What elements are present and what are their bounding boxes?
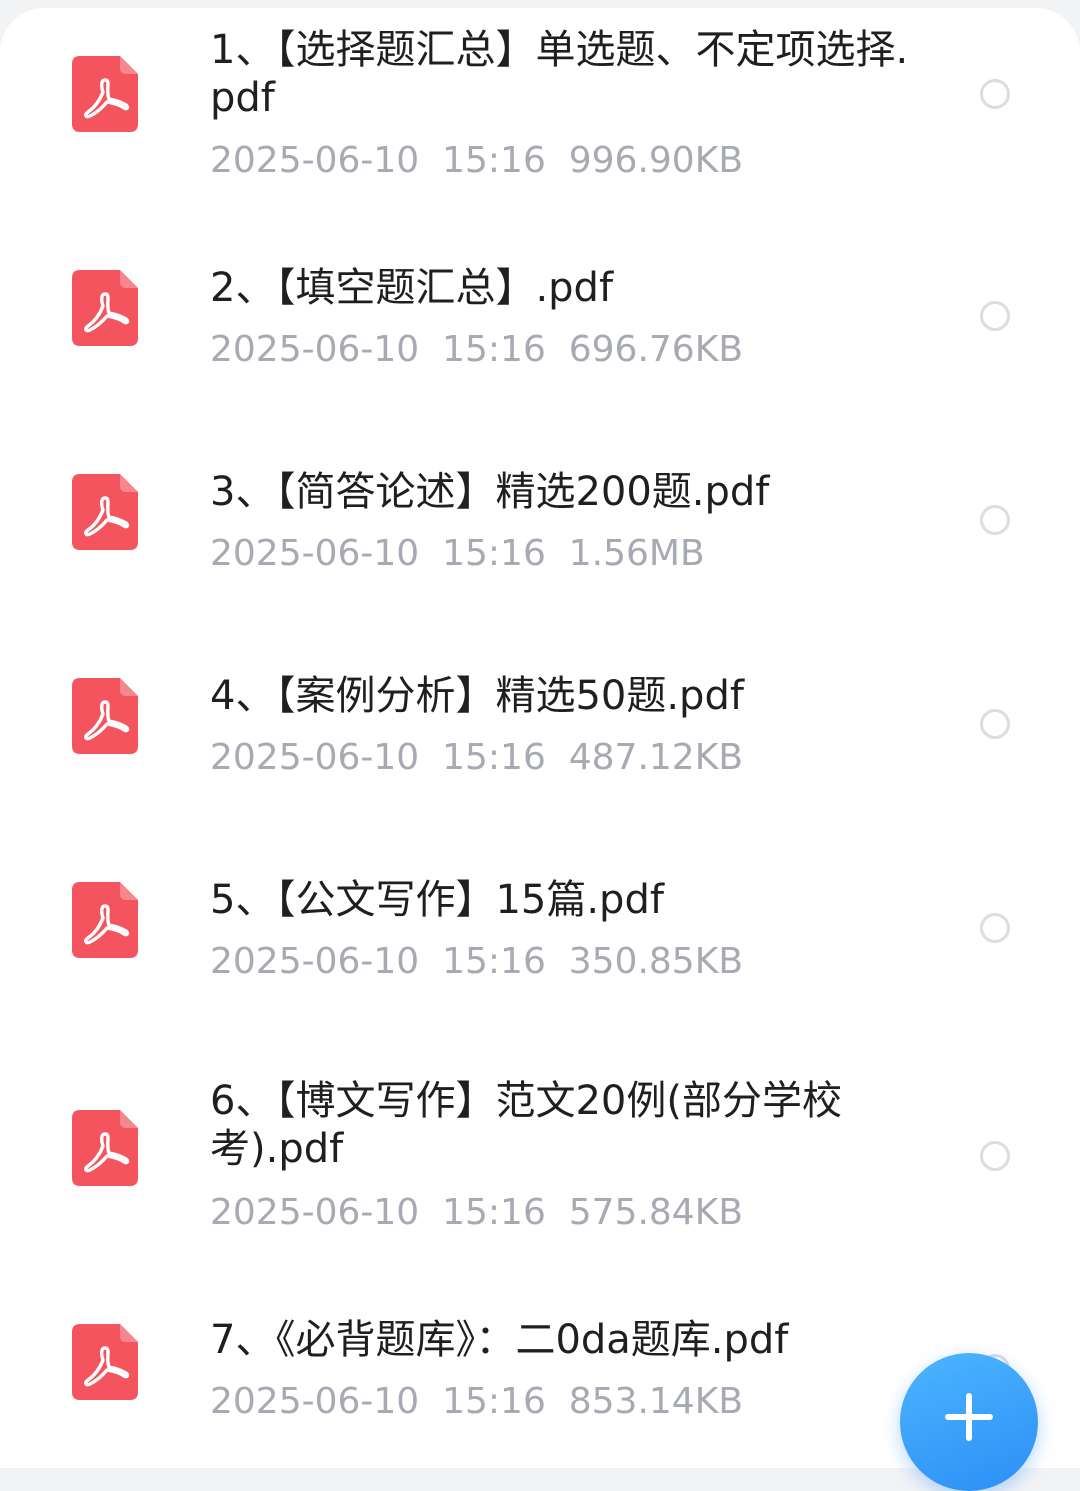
file-list-sheet: 1、【选择题汇总】单选题、不定项选择.pdf 2025-06-10 15:16 …	[0, 8, 1080, 1468]
select-radio[interactable]	[980, 709, 1010, 739]
file-time: 15:16	[442, 737, 546, 778]
file-name: 1、【选择题汇总】单选题、不定项选择.pdf	[210, 27, 909, 121]
pdf-icon	[72, 1324, 138, 1400]
pdf-icon	[72, 56, 138, 132]
file-text: 1、【选择题汇总】单选题、不定项选择.pdf 2025-06-10 15:16 …	[210, 26, 910, 183]
plus-icon	[966, 1393, 972, 1441]
file-meta: 2025-06-10 15:16 1.56MB	[210, 532, 910, 576]
file-time: 15:16	[442, 533, 546, 574]
pdf-icon	[72, 678, 138, 754]
file-size: 853.14KB	[568, 1381, 744, 1422]
file-text: 6、【博文写作】范文20例(部分学校考).pdf 2025-06-10 15:1…	[210, 1077, 910, 1235]
file-name: 7、《必背题库》：二0da题库.pdf	[210, 1317, 789, 1363]
add-fab-button[interactable]	[900, 1353, 1038, 1491]
select-radio[interactable]	[980, 1141, 1010, 1171]
file-size: 575.84KB	[568, 1192, 744, 1233]
file-time: 15:16	[442, 1192, 546, 1233]
file-time: 15:16	[442, 941, 546, 982]
file-time: 15:16	[442, 1381, 546, 1422]
pdf-icon	[72, 270, 138, 346]
select-radio[interactable]	[980, 913, 1010, 943]
file-date: 2025-06-10	[210, 941, 420, 982]
file-meta: 2025-06-10 15:16 575.84KB	[210, 1191, 910, 1235]
file-meta: 2025-06-10 15:16 696.76KB	[210, 328, 910, 372]
select-radio[interactable]	[980, 301, 1010, 331]
file-text: 2、【填空题汇总】.pdf 2025-06-10 15:16 696.76KB	[210, 264, 910, 372]
file-name: 2、【填空题汇总】.pdf	[210, 265, 614, 311]
file-size: 350.85KB	[568, 941, 744, 982]
file-size: 1.56MB	[568, 533, 705, 574]
file-row[interactable]: 1、【选择题汇总】单选题、不定项选择.pdf 2025-06-10 15:16 …	[0, 8, 1080, 218]
file-text: 3、【简答论述】精选200题.pdf 2025-06-10 15:16 1.56…	[210, 468, 910, 576]
file-row[interactable]: 4、【案例分析】精选50题.pdf 2025-06-10 15:16 487.1…	[0, 633, 1080, 833]
file-date: 2025-06-10	[210, 533, 420, 574]
file-name: 4、【案例分析】精选50题.pdf	[210, 673, 744, 719]
file-meta: 2025-06-10 15:16 487.12KB	[210, 736, 910, 780]
file-date: 2025-06-10	[210, 329, 420, 370]
file-text: 4、【案例分析】精选50题.pdf 2025-06-10 15:16 487.1…	[210, 672, 910, 780]
file-name: 5、【公文写作】15篇.pdf	[210, 877, 664, 923]
file-size: 996.90KB	[568, 140, 744, 181]
file-name: 6、【博文写作】范文20例(部分学校考).pdf	[210, 1078, 842, 1172]
file-time: 15:16	[442, 140, 546, 181]
pdf-icon	[72, 474, 138, 550]
file-row[interactable]: 6、【博文写作】范文20例(部分学校考).pdf 2025-06-10 15:1…	[0, 1043, 1080, 1273]
file-date: 2025-06-10	[210, 1192, 420, 1233]
pdf-icon	[72, 882, 138, 958]
file-date: 2025-06-10	[210, 737, 420, 778]
file-row[interactable]: 3、【简答论述】精选200题.pdf 2025-06-10 15:16 1.56…	[0, 428, 1080, 628]
file-size: 487.12KB	[568, 737, 744, 778]
file-name: 3、【简答论述】精选200题.pdf	[210, 469, 770, 515]
file-meta: 2025-06-10 15:16 996.90KB	[210, 139, 910, 183]
file-text: 7、《必背题库》：二0da题库.pdf 2025-06-10 15:16 853…	[210, 1316, 910, 1424]
file-row[interactable]: 5、【公文写作】15篇.pdf 2025-06-10 15:16 350.85K…	[0, 838, 1080, 1038]
file-size: 696.76KB	[568, 329, 744, 370]
file-row[interactable]: 2、【填空题汇总】.pdf 2025-06-10 15:16 696.76KB	[0, 223, 1080, 423]
file-meta: 2025-06-10 15:16 853.14KB	[210, 1380, 910, 1424]
file-time: 15:16	[442, 329, 546, 370]
file-date: 2025-06-10	[210, 1381, 420, 1422]
select-radio[interactable]	[980, 505, 1010, 535]
file-text: 5、【公文写作】15篇.pdf 2025-06-10 15:16 350.85K…	[210, 876, 910, 984]
file-date: 2025-06-10	[210, 140, 420, 181]
select-radio[interactable]	[980, 79, 1010, 109]
pdf-icon	[72, 1110, 138, 1186]
file-meta: 2025-06-10 15:16 350.85KB	[210, 940, 910, 984]
